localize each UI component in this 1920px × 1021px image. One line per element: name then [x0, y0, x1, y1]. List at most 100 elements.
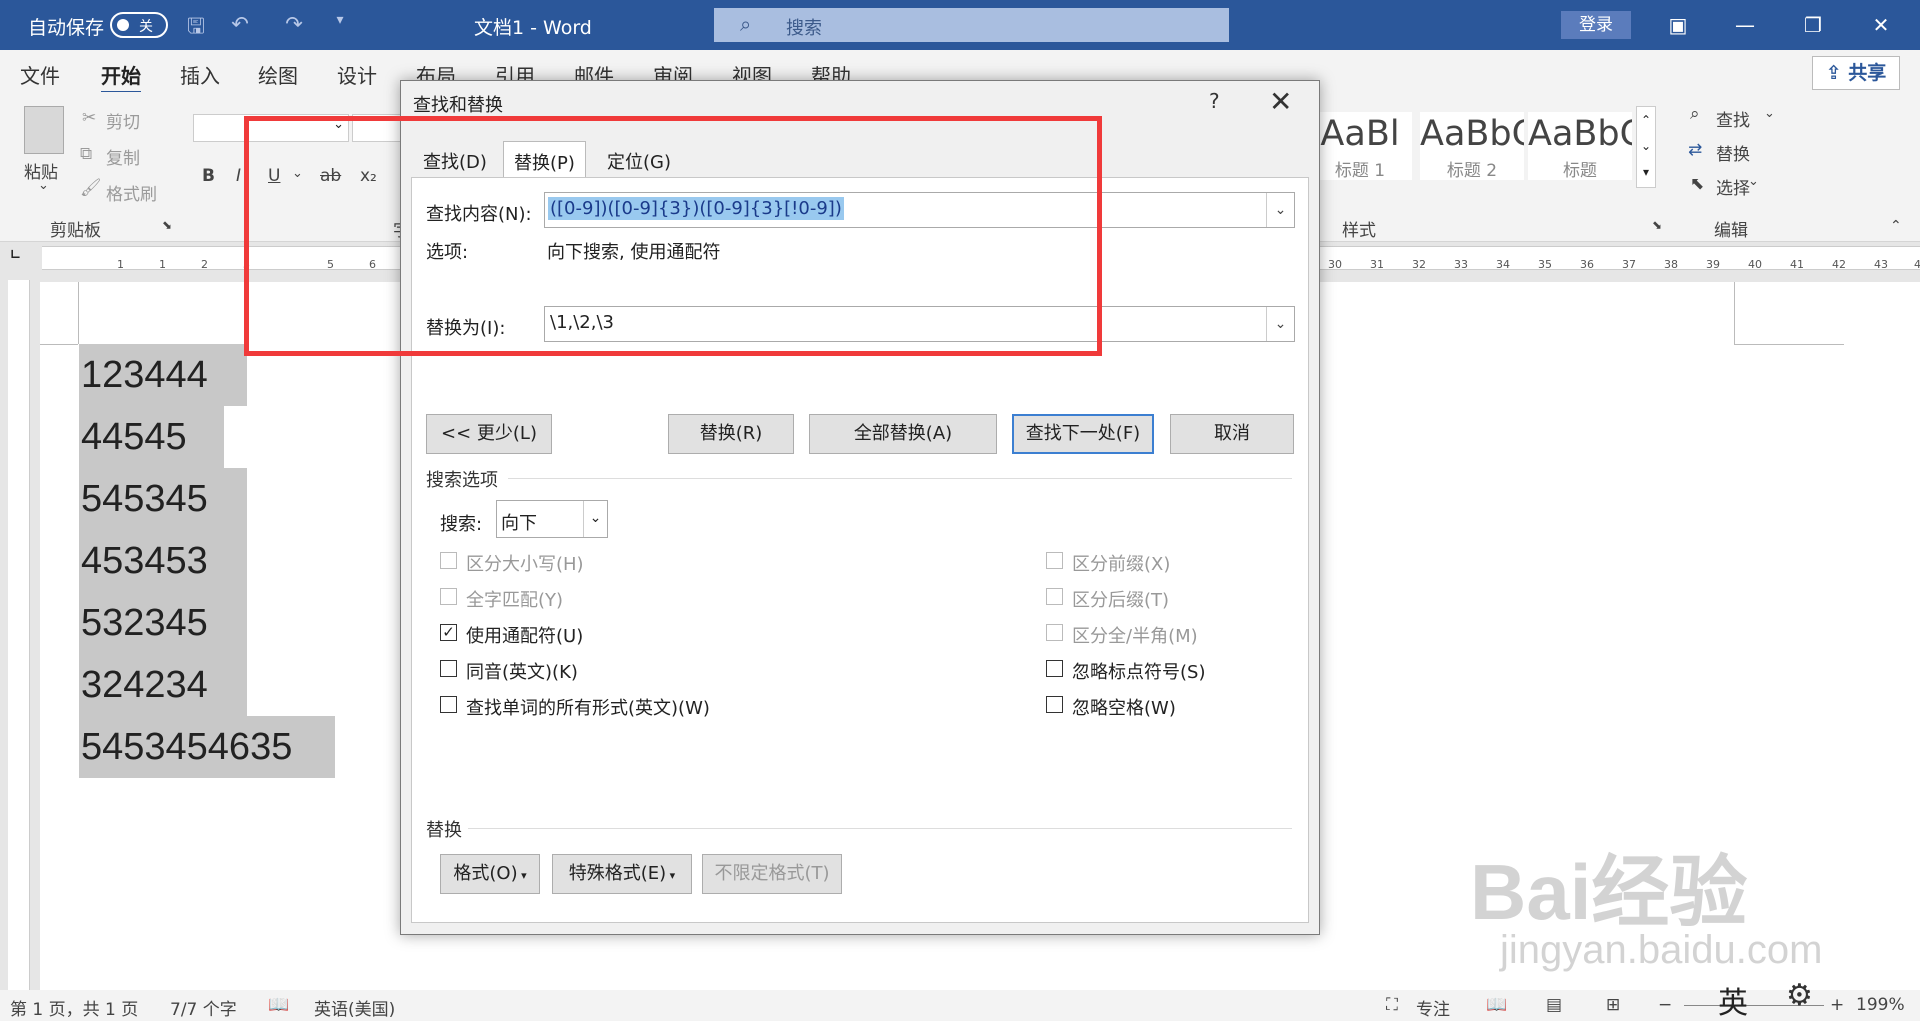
all-word-forms-checkbox[interactable]: 查找单词的所有形式(英文)(W) [440, 694, 740, 719]
focus-button[interactable]: 专注 [1416, 995, 1450, 1020]
margin-corner [78, 282, 79, 344]
focus-icon[interactable]: ⛶ [1386, 995, 1398, 1015]
replace-all-button[interactable]: 全部替换(A) [809, 414, 997, 454]
select-button[interactable]: 选择 [1716, 174, 1750, 199]
no-formatting-button[interactable]: 不限定格式(T) [702, 854, 842, 894]
find-dropdown-icon[interactable]: ⌄ [1764, 106, 1775, 121]
share-button[interactable]: ⇪ 共享 [1812, 56, 1900, 90]
redo-icon[interactable]: ↷ [280, 12, 308, 38]
less-button[interactable]: << 更少(L) [426, 414, 552, 454]
proofing-icon[interactable]: 📖 [268, 995, 289, 1015]
collapse-ribbon-icon[interactable]: ⌃ [1890, 218, 1902, 234]
style-sample: AaBbC [1528, 114, 1632, 154]
checkbox-label: 区分大小写(H) [466, 554, 584, 575]
editing-group-label: 编辑 [1714, 221, 1748, 241]
format-painter-button[interactable]: 格式刷 [106, 180, 157, 205]
replace-ribbon-button[interactable]: 替换 [1716, 140, 1750, 165]
document-line[interactable]: 123444 [79, 344, 247, 406]
ignore-whitespace-checkbox[interactable]: 忽略空格(W) [1046, 694, 1286, 719]
tab-file[interactable]: 文件 [20, 60, 60, 89]
zoom-level[interactable]: 199% [1856, 995, 1905, 1015]
search-direction-label: 搜索: [440, 514, 483, 535]
read-mode-icon[interactable]: 📖 [1486, 995, 1507, 1015]
autosave-label: 自动保存 [28, 17, 105, 39]
search-direction-select[interactable]: 向下 ⌄ [496, 500, 608, 538]
match-case-checkbox[interactable]: 区分大小写(H) [440, 550, 740, 575]
document-line[interactable]: 324234 [79, 654, 247, 716]
document-line[interactable]: 545345 [79, 468, 247, 530]
margin-corner [1734, 282, 1735, 344]
save-icon[interactable]: 🖫 [182, 12, 210, 38]
italic-icon[interactable]: I [236, 166, 241, 186]
styles-scroll[interactable]: ⌃ ⌄ ▾ [1636, 106, 1656, 188]
tab-home[interactable]: 开始 [101, 60, 141, 94]
ribbon-display-icon[interactable]: ▣ [1655, 8, 1701, 42]
format-button[interactable]: 格式(O) ▾ [440, 854, 540, 894]
style-heading-1[interactable]: AaBl 标题 1 [1308, 112, 1412, 181]
zoom-out-icon[interactable]: − [1658, 995, 1672, 1015]
replace-section-title: 替换 [426, 820, 462, 841]
chevron-down-icon[interactable]: ⌄ [1266, 307, 1294, 341]
dialog-close-icon[interactable]: ✕ [1269, 85, 1292, 118]
share-icon: ⇪ [1825, 62, 1849, 84]
search-box[interactable]: ⌕ 搜索 [714, 8, 1229, 42]
annotation-highlight-box [244, 116, 1102, 356]
style-heading-2[interactable]: AaBbC 标题 2 [1420, 112, 1524, 181]
zoom-in-icon[interactable]: + [1830, 995, 1844, 1015]
web-layout-icon[interactable]: ⊞ [1606, 995, 1620, 1015]
tab-selector-icon[interactable]: ∟ [10, 248, 21, 263]
print-layout-icon[interactable]: ▤ [1546, 995, 1562, 1015]
customize-toolbar-icon[interactable]: ▾ [326, 12, 354, 38]
match-width-checkbox[interactable]: 区分全/半角(M) [1046, 622, 1286, 647]
restore-icon[interactable]: ❐ [1790, 8, 1836, 42]
special-button[interactable]: 特殊格式(E) ▾ [552, 854, 692, 894]
styles-group-label: 样式 [1342, 221, 1376, 241]
paste-icon[interactable] [24, 106, 64, 154]
styles-launcher-icon[interactable]: ⬊ [1652, 218, 1662, 232]
language[interactable]: 英语(美国) [314, 995, 395, 1020]
ruler-number: 33 [1454, 258, 1468, 271]
chevron-down-icon[interactable]: ⌄ [1266, 193, 1294, 227]
format-painter-icon[interactable]: 🖌 [80, 178, 102, 198]
ruler-number: 37 [1622, 258, 1636, 271]
minimize-icon[interactable]: — [1722, 8, 1768, 42]
clipboard-launcher-icon[interactable]: ⬊ [162, 218, 172, 232]
divider [508, 478, 1292, 479]
help-button[interactable]: ? [1209, 89, 1220, 113]
word-count[interactable]: 7/7 个字 [170, 995, 237, 1020]
document-line[interactable]: 532345 [79, 592, 247, 654]
wildcards-checkbox[interactable]: ✓ 使用通配符(U) [440, 622, 740, 647]
find-next-button[interactable]: 查找下一处(F) [1012, 414, 1154, 454]
select-dropdown-icon[interactable]: ⌄ [1748, 174, 1759, 189]
copy-button[interactable]: 复制 [106, 144, 140, 169]
style-title[interactable]: AaBbC 标题 [1528, 112, 1632, 181]
find-button[interactable]: 查找 [1716, 106, 1750, 131]
undo-icon[interactable]: ↶ [226, 12, 254, 38]
tab-insert[interactable]: 插入 [180, 60, 220, 89]
sounds-like-checkbox[interactable]: 同音(英文)(K) [440, 658, 740, 683]
copy-icon[interactable]: ⧉ [80, 144, 92, 164]
search-options-title: 搜索选项 [426, 470, 498, 491]
whole-word-checkbox[interactable]: 全字匹配(Y) [440, 586, 740, 611]
bold-icon[interactable]: B [202, 166, 215, 186]
page-count[interactable]: 第 1 页，共 1 页 [10, 995, 138, 1020]
cancel-button[interactable]: 取消 [1170, 414, 1294, 454]
match-suffix-checkbox[interactable]: 区分后缀(T) [1046, 586, 1286, 611]
document-line[interactable]: 453453 [79, 530, 247, 592]
paste-dropdown-icon[interactable]: ⌄ [38, 178, 49, 193]
tab-design[interactable]: 设计 [337, 60, 377, 89]
autosave-toggle[interactable]: 关 [110, 12, 168, 38]
cut-icon[interactable]: ✂ [82, 108, 96, 128]
ime-indicator[interactable]: 英 [1718, 978, 1748, 1021]
replace-button[interactable]: 替换(R) [668, 414, 794, 454]
tab-draw[interactable]: 绘图 [258, 60, 298, 89]
window-close-icon[interactable]: ✕ [1858, 8, 1904, 42]
document-line[interactable]: 5453454635 [79, 716, 335, 778]
document-line[interactable]: 44545 [79, 406, 224, 468]
vertical-ruler[interactable] [8, 280, 30, 990]
ignore-punctuation-checkbox[interactable]: 忽略标点符号(S) [1046, 658, 1286, 683]
cut-button[interactable]: 剪切 [106, 108, 140, 133]
match-prefix-checkbox[interactable]: 区分前缀(X) [1046, 550, 1286, 575]
ime-settings-icon[interactable]: ⚙ [1786, 978, 1813, 1013]
login-button[interactable]: 登录 [1561, 11, 1631, 39]
